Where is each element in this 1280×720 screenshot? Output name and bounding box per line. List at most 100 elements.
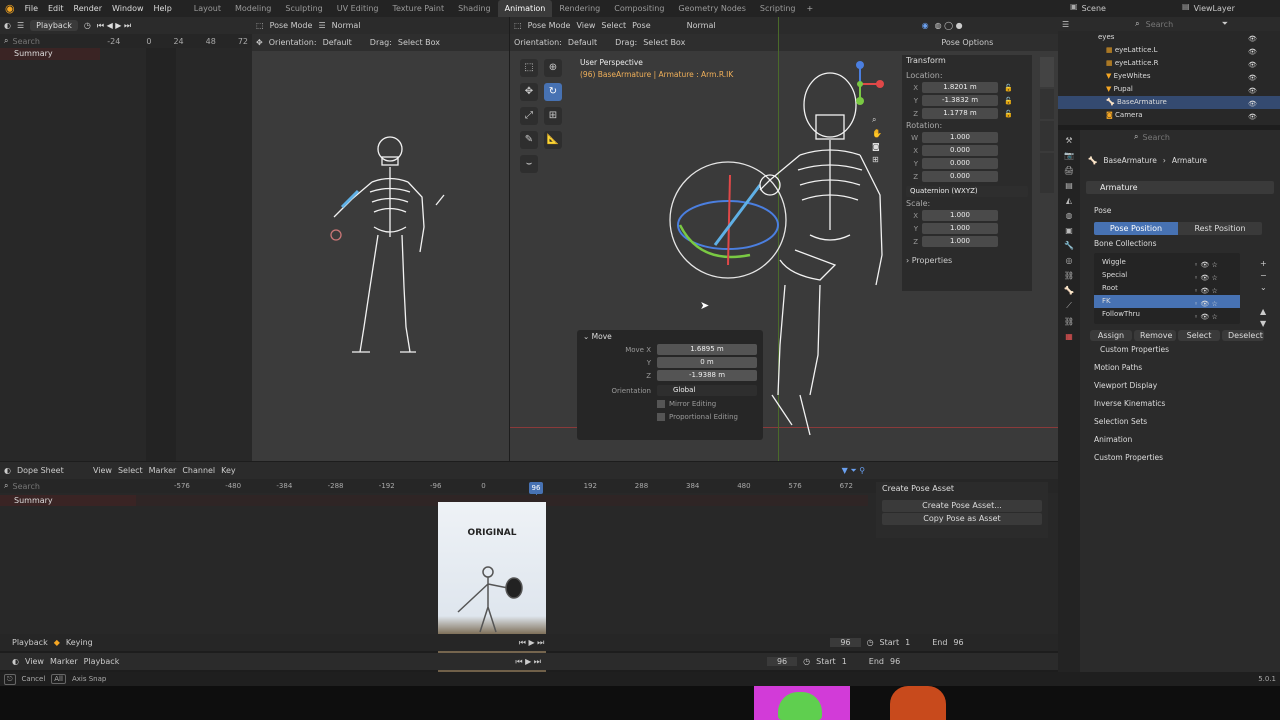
tab-modeling[interactable]: Modeling: [228, 0, 278, 17]
outliner-item-eyewhites[interactable]: ▼ EyeWhites: [1058, 70, 1280, 83]
ds-menu-key[interactable]: Key: [221, 466, 236, 475]
collection-visibility-icons[interactable]: ◦ 👁 ☆ ◦ 👁 ☆ ◦ 👁 ☆ ◦ 👁 ☆ ◦ 👁 ☆: [1194, 259, 1218, 324]
cam-menu-icon[interactable]: ☰: [318, 21, 325, 30]
pan-icon[interactable]: ✋: [872, 129, 882, 138]
t1-end[interactable]: 96: [953, 638, 963, 647]
transform-icon[interactable]: ⊞: [544, 107, 562, 125]
visibility-icons[interactable]: 👁 👁 👁 👁 👁 👁 👁: [1248, 33, 1257, 124]
inverse-kinematics-section[interactable]: Inverse Kinematics: [1086, 395, 1274, 413]
t1-transport-icons[interactable]: ⏮ ▶ ⏭: [519, 638, 545, 648]
tab-layout[interactable]: Layout: [187, 0, 228, 17]
collection-wiggle[interactable]: Wiggle: [1094, 256, 1240, 269]
menu-render[interactable]: Render: [69, 0, 107, 17]
collection-fk[interactable]: FK: [1094, 295, 1240, 308]
vp-menu-select[interactable]: Select: [601, 21, 626, 30]
assign-button[interactable]: Assign: [1090, 330, 1132, 341]
object-tab-icon[interactable]: ▣: [1065, 226, 1073, 235]
t2-frame[interactable]: 96: [766, 657, 798, 666]
filter-icon[interactable]: ⏷: [1222, 19, 1228, 29]
scene-selector[interactable]: ▣ Scene: [1070, 2, 1106, 15]
transform-header[interactable]: Transform: [902, 55, 1032, 67]
vp-orientation[interactable]: Default: [568, 38, 597, 47]
view-layer-selector[interactable]: ▤ ViewLayer: [1182, 2, 1235, 15]
cam-editor-icon[interactable]: ⬚: [256, 21, 264, 30]
ds-ruler[interactable]: -576 -480 -384 -288 -192 -96 0 96 192 288 384 480 57…: [136, 479, 868, 493]
tab-scripting[interactable]: Scripting: [753, 0, 803, 17]
zoom-icon[interactable]: ⌕: [872, 115, 882, 125]
tool-tab-icon[interactable]: ⚒: [1065, 136, 1072, 145]
loc-y-field[interactable]: -1.3832 m: [922, 95, 998, 106]
lock-icon[interactable]: 🔓: [1004, 110, 1013, 118]
scl-z-field[interactable]: 1.000: [922, 236, 998, 247]
properties-subpanel[interactable]: › Properties: [902, 254, 1032, 268]
create-pose-asset-button[interactable]: Create Pose Asset...: [882, 500, 1042, 512]
3d-viewport[interactable]: ⬚ Pose Mode View Select Pose Normal ◉ ◍ …: [510, 17, 1058, 461]
dopesheet-editor-icon[interactable]: ◐: [4, 466, 11, 475]
camera-view[interactable]: ⬚ Pose Mode ☰ Normal ✥ Orientation: Defa…: [252, 17, 509, 461]
outliner-search[interactable]: Search: [1146, 20, 1216, 29]
pose-section-header[interactable]: Pose: [1086, 202, 1274, 220]
lock-icon[interactable]: 🔓: [1004, 97, 1013, 105]
outliner-item-pupal[interactable]: ▼ Pupal: [1058, 83, 1280, 96]
tab-item[interactable]: [1040, 57, 1054, 87]
loc-x-field[interactable]: 1.8201 m: [922, 82, 998, 93]
tab-texture-paint[interactable]: Texture Paint: [385, 0, 451, 17]
tab-shading[interactable]: Shading: [451, 0, 498, 17]
t1-playback[interactable]: Playback: [12, 638, 48, 647]
rot-z-field[interactable]: 0.000: [922, 171, 998, 182]
collection-special[interactable]: Special: [1094, 269, 1240, 282]
t2-transport-icons[interactable]: ⏮ ▶ ⏭: [515, 657, 541, 667]
filter-icon[interactable]: ▼ ⏷ ⚲: [842, 466, 866, 476]
annotate-icon[interactable]: ✎: [520, 131, 538, 149]
camera-icon[interactable]: ◙: [872, 142, 882, 151]
cursor-icon[interactable]: ⊕: [544, 59, 562, 77]
add-workspace-icon[interactable]: +: [802, 4, 817, 13]
remove-button[interactable]: Remove: [1134, 330, 1176, 341]
orientation-select[interactable]: Global: [657, 385, 757, 396]
scl-x-field[interactable]: 1.000: [922, 210, 998, 221]
move-icon[interactable]: ✥: [520, 83, 538, 101]
timeline-editor-icon[interactable]: ◐: [12, 657, 19, 666]
t2-view[interactable]: View: [25, 657, 44, 666]
tab-sculpting[interactable]: Sculpting: [278, 0, 329, 17]
scene-tab-icon[interactable]: ◭: [1066, 196, 1072, 205]
tab-animation[interactable]: [1040, 153, 1054, 193]
pose-options[interactable]: Pose Options: [941, 38, 993, 47]
outliner-item-eyelattice-l[interactable]: ▦ eyeLattice.L: [1058, 44, 1280, 57]
t1-keying[interactable]: Keying: [66, 638, 93, 647]
tab-tool[interactable]: [1040, 89, 1054, 119]
selection-sets-section[interactable]: Selection Sets: [1086, 413, 1274, 431]
ds-menu-marker[interactable]: Marker: [149, 466, 177, 475]
ds-summary-row[interactable]: Summary: [0, 495, 136, 506]
playback-controls[interactable]: ⏮ ◀ ▶ ⏭: [97, 21, 131, 31]
ds-search[interactable]: Search: [12, 482, 39, 491]
ds-menu-view[interactable]: View: [93, 466, 112, 475]
lock-icon[interactable]: 🔓: [1004, 84, 1013, 92]
vp-mode[interactable]: Pose Mode: [528, 21, 571, 30]
tab-uv-editing[interactable]: UV Editing: [330, 0, 386, 17]
rot-y-field[interactable]: 0.000: [922, 158, 998, 169]
tab-geometry-nodes[interactable]: Geometry Nodes: [671, 0, 752, 17]
constraints-tab-icon[interactable]: ⛓: [1064, 271, 1074, 280]
texture-tab-icon[interactable]: ▦: [1065, 332, 1073, 341]
proportional-checkbox[interactable]: [657, 412, 665, 421]
tab-rendering[interactable]: Rendering: [552, 0, 607, 17]
deselect-button[interactable]: Deselect: [1222, 330, 1264, 341]
t2-marker[interactable]: Marker: [50, 657, 78, 666]
menu-help[interactable]: Help: [149, 0, 177, 17]
vp-menu-view[interactable]: View: [576, 21, 595, 30]
armature-name-field[interactable]: Armature: [1086, 181, 1274, 194]
collection-root[interactable]: Root: [1094, 282, 1240, 295]
rot-w-field[interactable]: 1.000: [922, 132, 998, 143]
data-tab-icon[interactable]: 🦴: [1064, 286, 1074, 295]
animation-section[interactable]: Animation: [1086, 431, 1274, 449]
output-tab-icon[interactable]: 🖨: [1064, 166, 1074, 175]
custom-properties-sub[interactable]: Custom Properties: [1086, 341, 1274, 359]
vp-transform[interactable]: Normal: [687, 21, 716, 30]
bone-constraint-tab-icon[interactable]: ⛓: [1064, 317, 1074, 326]
t2-end[interactable]: 96: [890, 657, 900, 666]
viewport-display-section[interactable]: Viewport Display: [1086, 377, 1274, 395]
move-x-field[interactable]: 1.6895 m: [657, 344, 757, 355]
left-summary-row[interactable]: Summary: [0, 48, 100, 60]
measure-icon[interactable]: 📐: [544, 131, 562, 149]
